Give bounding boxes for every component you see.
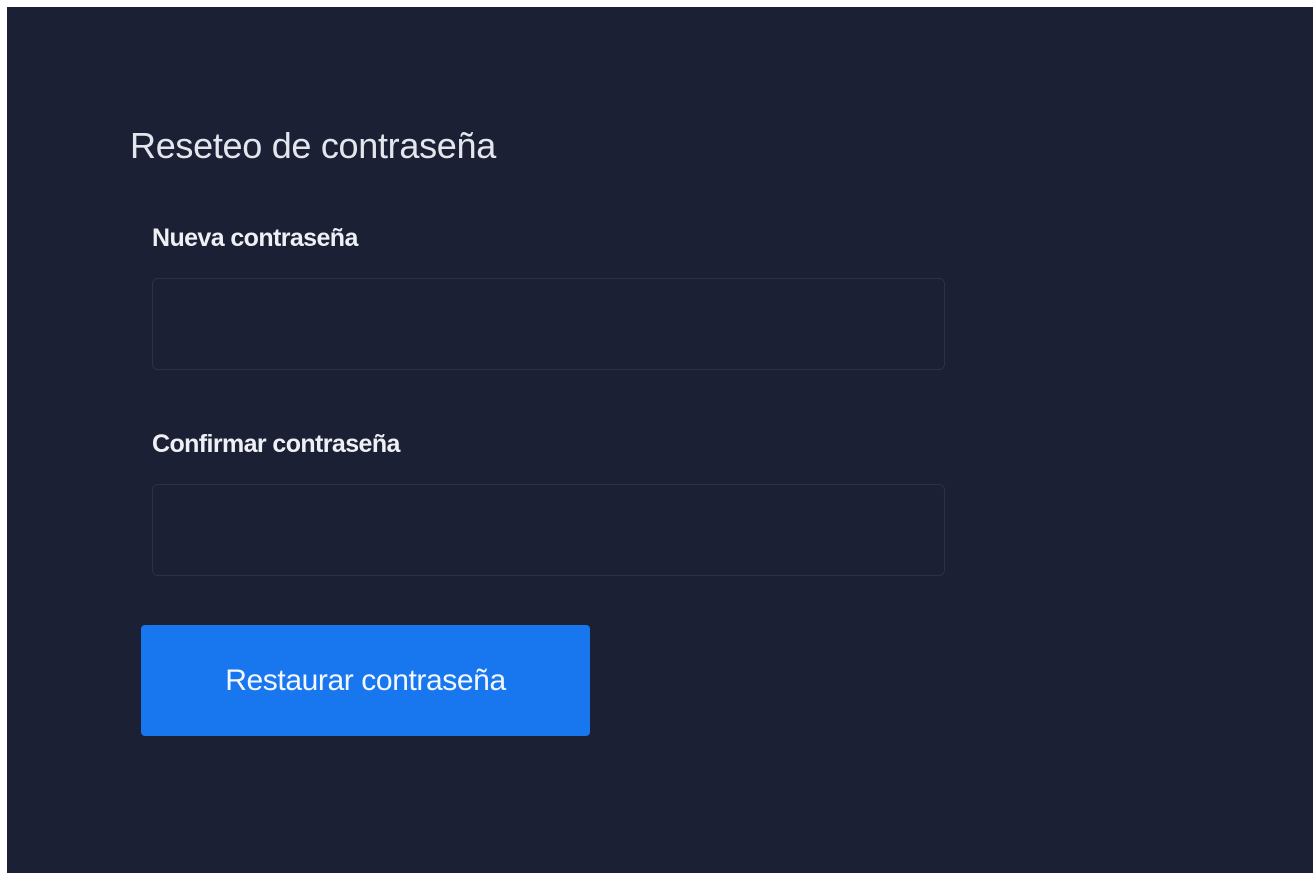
password-reset-panel: Reseteo de contraseña Nueva contraseña C… [7,7,1313,873]
new-password-input[interactable] [152,278,945,370]
new-password-label: Nueva contraseña [152,224,358,252]
page-title: Reseteo de contraseña [130,125,496,166]
confirm-password-input[interactable] [152,484,945,576]
restore-password-button[interactable]: Restaurar contraseña [141,625,590,736]
confirm-password-label: Confirmar contraseña [152,430,400,458]
